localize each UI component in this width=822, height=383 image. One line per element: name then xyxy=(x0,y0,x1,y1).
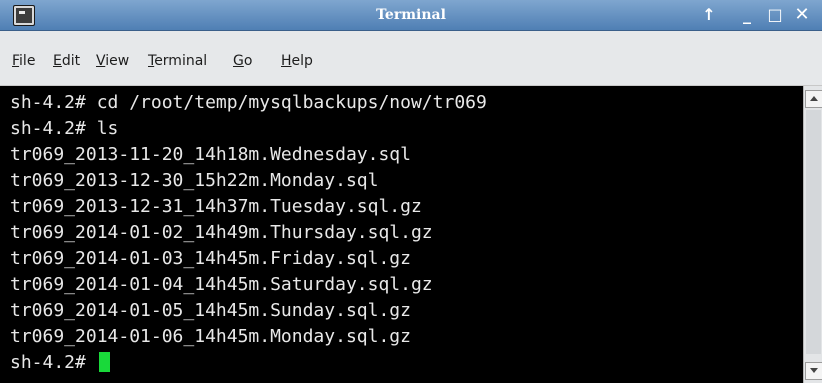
terminal-window: Terminal ↑ _ □ ✕ File Edit View Terminal… xyxy=(0,0,822,383)
text-cursor xyxy=(98,352,110,372)
vertical-scrollbar[interactable] xyxy=(803,86,822,383)
menu-go-mnemonic: G xyxy=(233,53,244,69)
scroll-down-arrow-icon[interactable] xyxy=(805,362,822,380)
terminal-line: tr069_2014-01-06_14h45m.Monday.sql.gz xyxy=(10,326,411,347)
scrollbar-track[interactable] xyxy=(806,110,821,354)
minimize-icon[interactable]: _ xyxy=(736,3,758,27)
menu-file-label: ile xyxy=(19,53,36,69)
prompt-text: sh-4.2# xyxy=(10,352,97,373)
menu-edit[interactable]: Edit xyxy=(53,53,80,69)
shade-up-icon[interactable]: ↑ xyxy=(698,3,720,27)
terminal-line: tr069_2013-11-20_14h18m.Wednesday.sql xyxy=(10,144,411,165)
menu-view[interactable]: View xyxy=(96,53,129,69)
menu-help-mnemonic: H xyxy=(281,53,292,69)
terminal-line: tr069_2014-01-05_14h45m.Sunday.sql.gz xyxy=(10,300,411,321)
terminal-line: tr069_2014-01-04_14h45m.Saturday.sql.gz xyxy=(10,274,433,295)
terminal-line: sh-4.2# ls xyxy=(10,118,119,139)
menu-help[interactable]: Help xyxy=(281,53,313,69)
maximize-icon[interactable]: □ xyxy=(764,3,786,27)
menu-terminal[interactable]: Terminal xyxy=(148,53,207,69)
terminal-line: sh-4.2# cd /root/temp/mysqlbackups/now/t… xyxy=(10,92,487,113)
menu-view-label: iew xyxy=(105,53,130,69)
scroll-up-arrow-icon[interactable] xyxy=(805,90,822,108)
menu-terminal-label: erminal xyxy=(154,53,208,69)
terminal-line: tr069_2013-12-31_14h37m.Tuesday.sql.gz xyxy=(10,196,422,217)
menu-go-label: o xyxy=(243,53,253,69)
menu-file[interactable]: File xyxy=(12,53,35,69)
menu-edit-mnemonic: E xyxy=(53,53,62,69)
menu-edit-label: dit xyxy=(61,53,81,69)
terminal-line: tr069_2014-01-03_14h45m.Friday.sql.gz xyxy=(10,248,411,269)
prompt-line: sh-4.2# xyxy=(10,350,110,376)
terminal-line: tr069_2013-12-30_15h22m.Monday.sql xyxy=(10,170,379,191)
menu-file-mnemonic: F xyxy=(12,53,20,69)
menu-view-mnemonic: V xyxy=(96,53,106,69)
terminal-line: tr069_2014-01-02_14h49m.Thursday.sql.gz xyxy=(10,222,433,243)
terminal-output[interactable]: sh-4.2# cd /root/temp/mysqlbackups/now/t… xyxy=(0,86,803,383)
menu-help-label: elp xyxy=(291,53,313,69)
menu-go[interactable]: Go xyxy=(233,53,252,69)
menu-bar: File Edit View Terminal Go Help xyxy=(0,31,822,86)
title-bar[interactable]: Terminal ↑ _ □ ✕ xyxy=(0,0,822,31)
close-icon[interactable]: ✕ xyxy=(791,3,813,27)
